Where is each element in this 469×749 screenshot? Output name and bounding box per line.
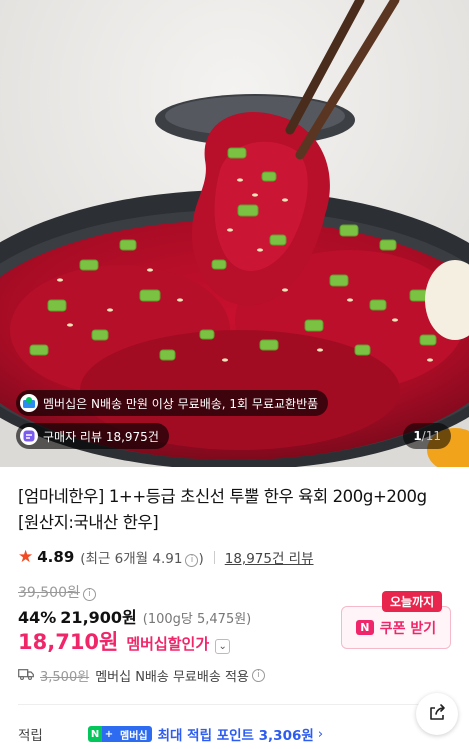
recent-rating-text: (최근 6개월 4.91 [80, 551, 183, 567]
member-price-label: 멤버십할인가 [126, 635, 210, 653]
info-icon[interactable]: i [82, 588, 96, 601]
review-icon [20, 427, 38, 445]
coupon-deadline-badge: 오늘까지 [382, 591, 443, 612]
image-counter-current: 1 [413, 429, 422, 443]
membership-badge-text: 멤버십 [116, 726, 152, 742]
plus-icon: + [102, 726, 116, 742]
review-chip-text: 구매자 리뷰 18,975건 [43, 429, 159, 444]
reviews-link[interactable]: 18,975건 리뷰 [225, 547, 314, 567]
truck-icon [18, 668, 34, 684]
membership-shipping-chip[interactable]: 멤버십은 N배송 만원 이상 무료배송, 1회 무료교환반품 [16, 390, 329, 416]
info-icon[interactable]: i [251, 669, 265, 682]
rating-score: 4.89 [37, 548, 75, 566]
star-icon: ★ [18, 547, 34, 567]
naver-n-icon: N [355, 620, 374, 635]
rating-divider [213, 550, 215, 564]
original-price: 39,500원 [18, 585, 80, 601]
max-points-text: 최대 적립 포인트 3,306원 [157, 728, 314, 744]
original-price-row: 39,500원 i [18, 582, 96, 602]
original-shipping-fee: 3,500원 [40, 670, 90, 685]
membership-icon [20, 394, 38, 412]
naver-n-icon: N [88, 726, 102, 742]
shipping-row: 3,500원 멤버십 N배송 무료배송 적용 i [18, 666, 265, 685]
shipping-text: 멤버십 N배송 무료배송 적용 [95, 670, 249, 685]
recent-rating-close: ) [198, 551, 204, 567]
membership-chip-text: 멤버십은 N배송 만원 이상 무료배송, 1회 무료교환반품 [43, 396, 319, 411]
section-divider [18, 704, 451, 705]
product-title-line1: [엄마네한우] 1++등급 초신선 투뿔 한우 육회 200g+200g [18, 487, 427, 506]
naver-plus-membership-badge: N + 멤버십 [88, 726, 152, 742]
product-image[interactable]: 멤버십은 N배송 만원 이상 무료배송, 1회 무료교환반품 구매자 리뷰 18… [0, 0, 469, 467]
product-title-line2: [원산지:국내산 한우] [18, 513, 159, 532]
share-button[interactable] [416, 693, 458, 735]
discount-percent: 44% [18, 608, 57, 627]
member-price-row[interactable]: 18,710원 멤버십할인가 ⌄ [18, 626, 231, 656]
chevron-right-icon: › [317, 726, 324, 742]
chevron-down-icon[interactable]: ⌄ [215, 639, 231, 654]
sale-price: 21,900원 [60, 608, 137, 627]
share-icon [427, 702, 447, 726]
review-count-chip[interactable]: 구매자 리뷰 18,975건 [16, 423, 169, 449]
coupon-label: 쿠폰 받기 [379, 620, 437, 637]
recent-rating: (최근 6개월 4.91 i) [80, 547, 204, 567]
product-title: [엄마네한우] 1++등급 초신선 투뿔 한우 육회 200g+200g [원산… [18, 484, 448, 536]
sale-price-row: 44% 21,900원 (100g당 5,475원) [18, 604, 251, 628]
image-counter-total: 11 [425, 429, 441, 443]
member-price: 18,710원 [18, 630, 119, 654]
coupon-button[interactable]: N 쿠폰 받기 [341, 606, 451, 649]
image-counter: 1 / 11 [403, 423, 451, 449]
points-label: 적립 [18, 728, 43, 744]
info-icon[interactable]: i [185, 554, 199, 567]
unit-price: (100g당 5,475원) [142, 612, 252, 627]
rating-row: ★ 4.89 (최근 6개월 4.91 i) 18,975건 리뷰 [18, 547, 314, 567]
points-row[interactable]: 적립 N + 멤버십 최대 적립 포인트 3,306원 › [18, 724, 323, 744]
